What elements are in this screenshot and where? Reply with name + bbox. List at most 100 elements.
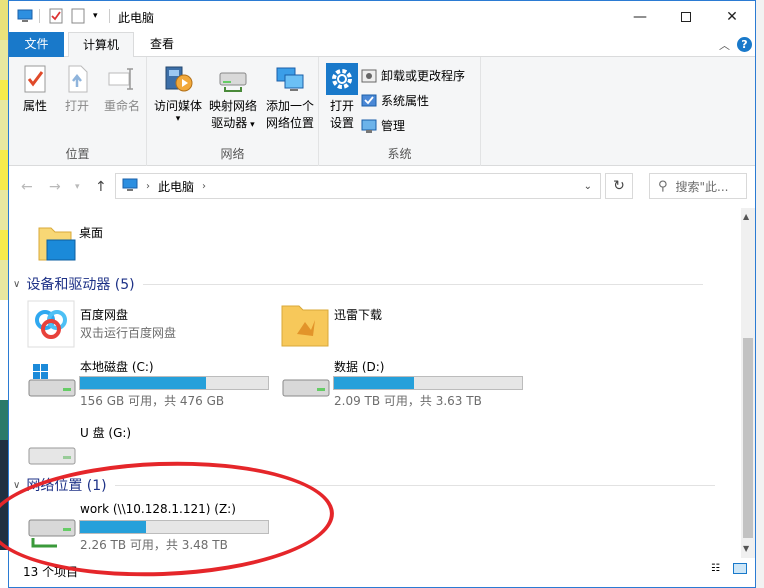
- status-bar: 13 个项目 ☷: [9, 558, 755, 587]
- drive-z-usage-bar: [79, 520, 269, 534]
- drive-z-space: 2.26 TB 可用，共 3.48 TB: [80, 538, 228, 552]
- new-folder-quick-icon[interactable]: [71, 7, 85, 25]
- rename-icon: [106, 63, 138, 95]
- media-icon: [162, 63, 194, 95]
- computer-icon: [122, 178, 138, 195]
- network-section-title: 网络位置 (1): [26, 478, 107, 494]
- xunlei-folder-icon: [281, 300, 329, 351]
- network-group-label: 网络: [220, 147, 245, 161]
- scroll-up-icon[interactable]: ▲: [743, 212, 749, 221]
- properties-icon: [19, 63, 51, 95]
- network-drive-icon: [27, 506, 77, 553]
- section-divider: [114, 484, 715, 486]
- tab-file[interactable]: 文件: [9, 32, 64, 57]
- drive-d-space: 2.09 TB 可用，共 3.63 TB: [334, 394, 482, 408]
- add-network-location-button[interactable]: 添加一个 网络位置: [263, 63, 317, 132]
- breadcrumb-this-pc[interactable]: 此电脑: [158, 178, 194, 195]
- rename-button[interactable]: 重命名: [99, 63, 145, 115]
- content-pane: 桌面 ∨ 设备和驱动器 (5) 百度网盘 双击运行百度网盘 迅雷下载 本地磁盘 …: [9, 208, 741, 558]
- close-button[interactable]: ✕: [709, 1, 755, 32]
- tab-view[interactable]: 查看: [138, 32, 186, 57]
- system-group-label: 系统: [387, 147, 412, 161]
- item-count: 13 个项目: [23, 565, 79, 579]
- map-drive-label-line1: 映射网络: [208, 99, 257, 113]
- gear-icon: [326, 63, 358, 95]
- baidu-netdisk-icon: [27, 300, 75, 351]
- xunlei-download-item[interactable]: 迅雷下载: [281, 300, 481, 348]
- breadcrumb-separator-icon: ›: [146, 180, 150, 192]
- scroll-down-icon[interactable]: ▼: [743, 544, 749, 553]
- tab-computer[interactable]: 计算机: [68, 32, 134, 58]
- forward-arrow-icon[interactable]: →: [49, 179, 61, 195]
- address-bar[interactable]: › 此电脑 › ⌄: [115, 173, 601, 199]
- vertical-scrollbar[interactable]: ▲ ▼: [741, 208, 755, 558]
- maximize-icon: [681, 11, 691, 22]
- chevron-down-icon: ▾: [175, 114, 181, 124]
- navigation-bar: ← → ▾ ↑ › 此电脑 › ⌄ ↻ ⚲ 搜索"此...: [9, 166, 755, 208]
- close-icon: ✕: [726, 8, 738, 25]
- back-arrow-icon[interactable]: ←: [21, 179, 33, 195]
- network-drive-z-item[interactable]: work (\\10.128.1.121) (Z:) 2.26 TB 可用，共 …: [27, 498, 277, 554]
- network-location-icon: [274, 63, 306, 95]
- divider: [39, 7, 40, 25]
- uninstall-label: 卸载或更改程序: [381, 69, 466, 83]
- drive-g-name: U 盘 (G:): [80, 426, 132, 440]
- up-arrow-icon[interactable]: ↑: [95, 179, 107, 195]
- access-media-button[interactable]: 访问媒体 ▾: [151, 63, 205, 124]
- ribbon-group-network: 访问媒体 ▾ 映射网络 驱动器 ▾ 添加一个 网络位置 网络: [147, 57, 319, 166]
- desktop-name: 桌面: [79, 226, 104, 240]
- add-location-label-line1: 添加一个: [265, 99, 314, 113]
- properties-button[interactable]: 属性: [15, 63, 55, 115]
- drive-g-item[interactable]: U 盘 (G:): [27, 422, 277, 470]
- drive-icon: [281, 360, 331, 407]
- maximize-button[interactable]: [663, 1, 709, 32]
- drive-d-item[interactable]: 数据 (D:) 2.09 TB 可用，共 3.63 TB: [281, 354, 531, 410]
- search-input[interactable]: ⚲ 搜索"此...: [649, 173, 747, 199]
- help-icon[interactable]: ?: [737, 37, 752, 52]
- devices-section-title: 设备和驱动器 (5): [26, 277, 135, 293]
- drive-c-name: 本地磁盘 (C:): [80, 360, 154, 374]
- divider: [109, 7, 110, 25]
- minimize-icon: —: [633, 8, 647, 25]
- baidu-netdisk-item[interactable]: 百度网盘 双击运行百度网盘: [27, 300, 267, 348]
- scrollbar-thumb[interactable]: [743, 338, 753, 538]
- rename-label: 重命名: [103, 99, 140, 113]
- network-section-header[interactable]: ∨ 网络位置 (1): [13, 475, 733, 495]
- devices-section-header[interactable]: ∨ 设备和驱动器 (5): [13, 274, 733, 294]
- window-title: 此电脑: [118, 11, 155, 25]
- collapse-ribbon-chevron-icon[interactable]: ︿: [719, 37, 730, 53]
- address-dropdown-chevron-icon[interactable]: ⌄: [584, 181, 592, 192]
- map-network-drive-button[interactable]: 映射网络 驱动器 ▾: [205, 63, 261, 134]
- open-button[interactable]: 打开: [57, 63, 97, 115]
- drive-c-item[interactable]: 本地磁盘 (C:) 156 GB 可用，共 476 GB: [27, 354, 277, 410]
- section-divider: [142, 283, 703, 285]
- chevron-down-icon: ∨: [13, 479, 21, 491]
- large-icons-view-icon[interactable]: [733, 563, 747, 574]
- chevron-down-icon: ∨: [13, 278, 21, 290]
- recent-locations-chevron-icon[interactable]: ▾: [75, 182, 80, 192]
- drive-c-space: 156 GB 可用，共 476 GB: [80, 394, 225, 408]
- details-view-icon[interactable]: ☷: [711, 563, 720, 574]
- manage-icon: [361, 118, 377, 134]
- refresh-button[interactable]: ↻: [605, 173, 633, 199]
- open-settings-button[interactable]: 打开 设置: [325, 63, 359, 132]
- breadcrumb-separator-icon[interactable]: ›: [202, 181, 206, 192]
- search-icon: ⚲: [658, 178, 668, 194]
- add-location-label-line2: 网络位置: [265, 116, 314, 130]
- properties-quick-icon[interactable]: [49, 7, 63, 25]
- desktop-folder-item[interactable]: 桌面: [31, 218, 231, 264]
- drive-c-usage-bar: [79, 376, 269, 390]
- ribbon-group-location: 属性 打开 重命名 位置: [9, 57, 147, 166]
- uninstall-programs-button[interactable]: 卸载或更改程序: [361, 65, 465, 87]
- minimize-button[interactable]: —: [617, 1, 663, 32]
- baidu-name: 百度网盘: [80, 308, 129, 322]
- network-drive-icon: [217, 63, 249, 95]
- customize-toolbar-chevron-icon[interactable]: ▾: [93, 7, 98, 25]
- chevron-down-icon: ▾: [247, 120, 255, 130]
- title-bar: ▾ 此电脑 — ✕: [9, 1, 755, 32]
- manage-button[interactable]: 管理: [361, 115, 405, 137]
- open-label: 打开: [64, 99, 89, 113]
- ribbon-tabs: 文件 计算机 查看 ︿ ?: [9, 32, 755, 58]
- system-properties-button[interactable]: 系统属性: [361, 90, 429, 112]
- access-media-label: 访问媒体: [153, 99, 202, 113]
